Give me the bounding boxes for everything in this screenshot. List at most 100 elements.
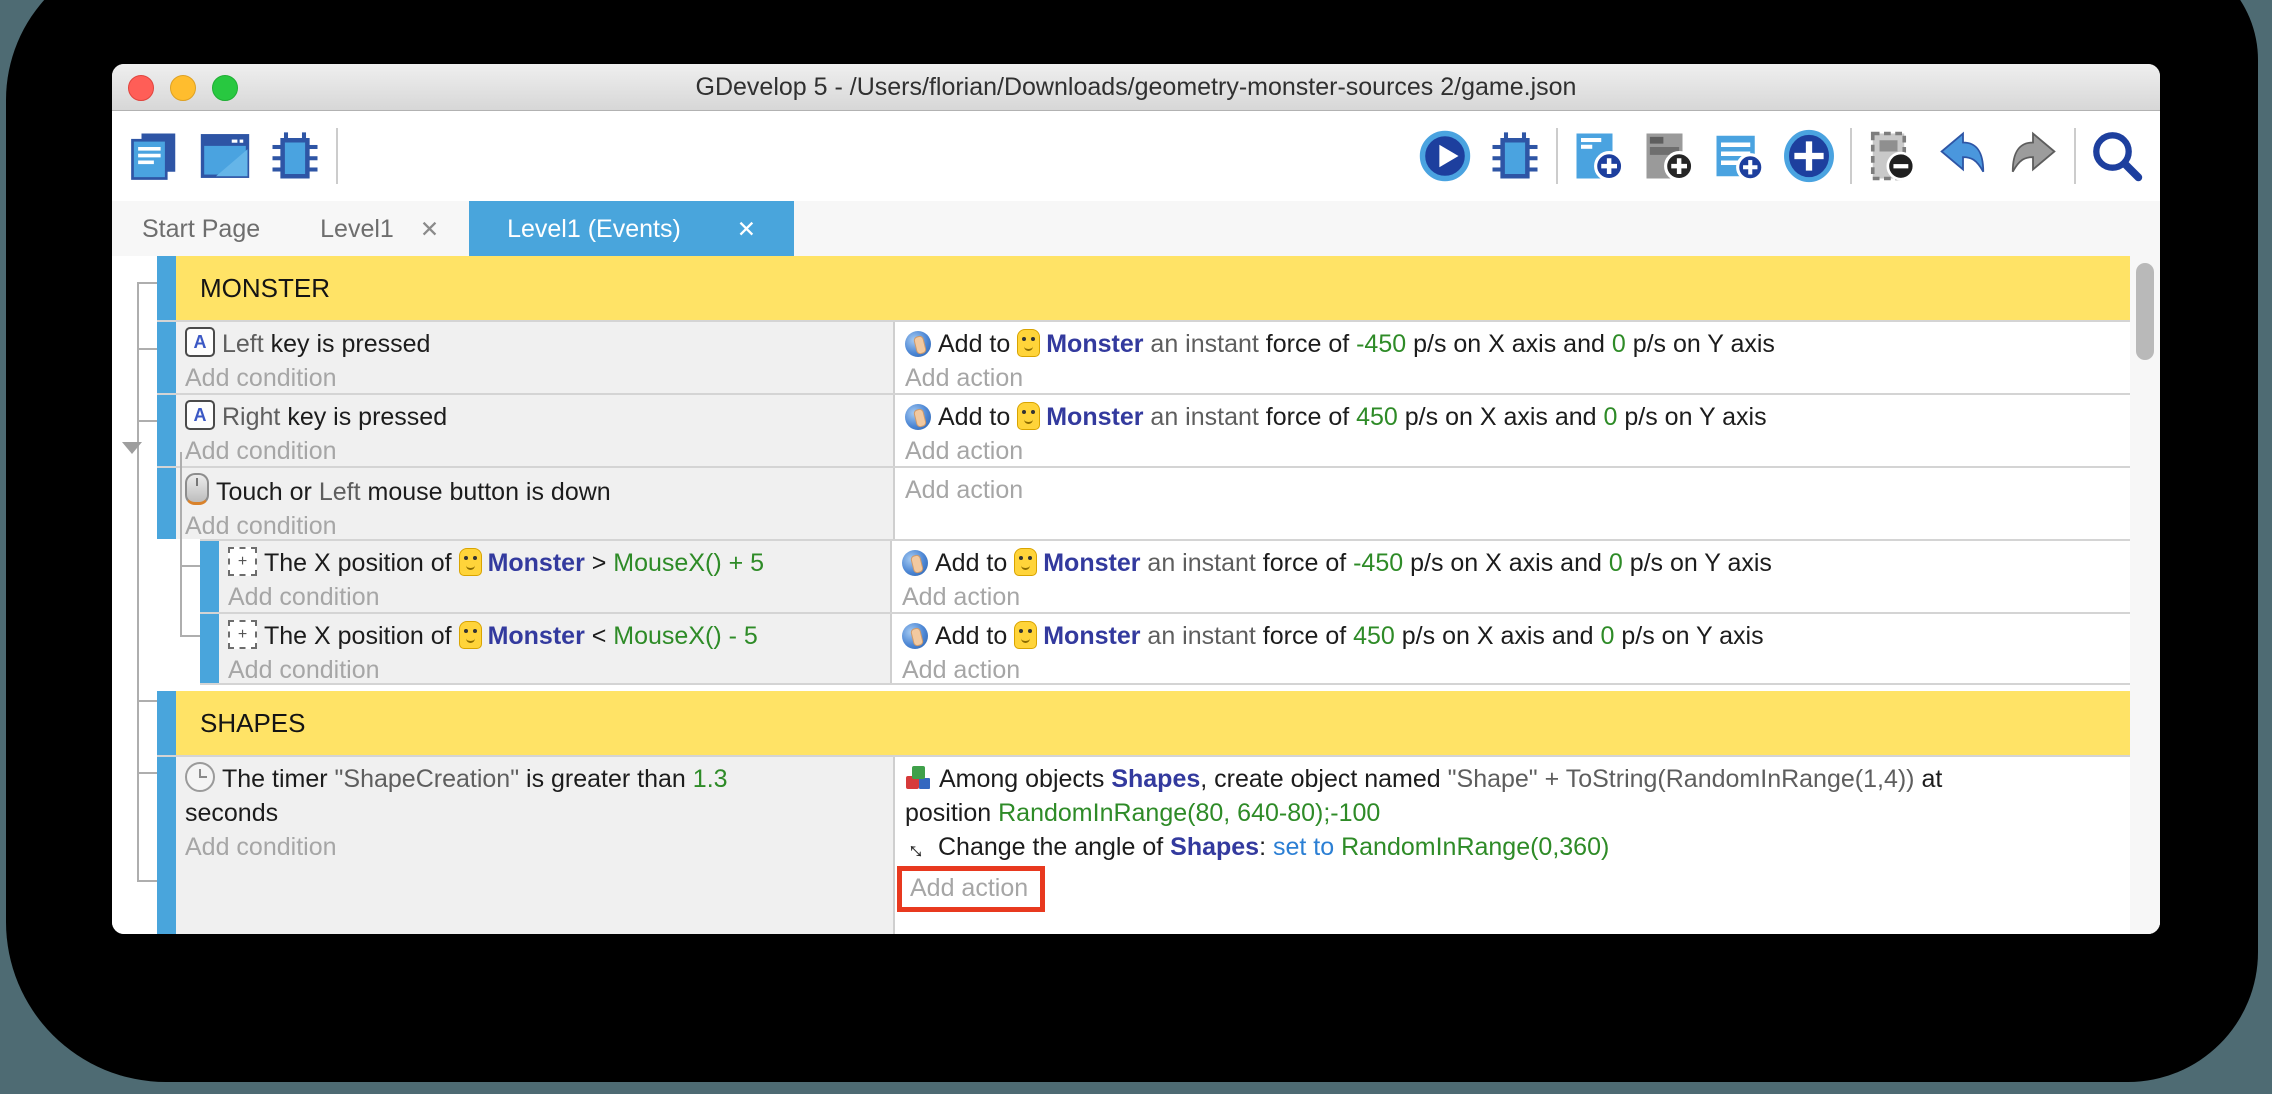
monster-object-icon xyxy=(1017,402,1040,430)
force-icon xyxy=(902,550,928,576)
title-bar[interactable]: GDevelop 5 - /Users/florian/Downloads/ge… xyxy=(112,64,2160,111)
conditions-cell[interactable]: The X position of Monster > MouseX() + 5… xyxy=(219,541,890,612)
add-condition-button[interactable]: Add condition xyxy=(228,653,380,687)
action-text: Add to Monster an instant force of -450 … xyxy=(935,549,1772,577)
add-action-button[interactable]: Add action xyxy=(905,361,1023,395)
scrollbar-track[interactable] xyxy=(2130,256,2160,934)
add-condition-button[interactable]: Add condition xyxy=(185,509,337,543)
condition-text: The X position of Monster > MouseX() + 5 xyxy=(264,549,764,577)
condition-text: The X position of Monster < MouseX() - 5 xyxy=(264,622,758,650)
actions-cell[interactable]: Add to Monster an instant force of -450 … xyxy=(890,541,2130,612)
event-group-shapes[interactable]: SHAPES xyxy=(112,691,2130,755)
event-bar xyxy=(157,393,176,466)
position-icon xyxy=(228,620,257,649)
mouse-icon xyxy=(185,473,209,505)
conditions-cell[interactable]: The X position of Monster < MouseX() - 5… xyxy=(219,614,890,683)
toolbar-separator xyxy=(1850,128,1852,184)
collapse-arrow-icon[interactable] xyxy=(122,442,142,454)
add-action-button[interactable]: Add action xyxy=(902,580,1020,614)
condition-text: Touch or Left mouse button is down xyxy=(216,478,611,506)
event-row[interactable]: Touch or Left mouse button is down Add c… xyxy=(112,466,2130,539)
search-icon[interactable] xyxy=(2090,129,2144,183)
add-condition-button[interactable]: Add condition xyxy=(185,830,337,864)
event-bar xyxy=(157,320,176,393)
keyboard-icon xyxy=(185,400,215,430)
traffic-lights xyxy=(128,75,238,101)
actions-cell[interactable]: Among objects Shapes, create object name… xyxy=(893,757,2130,934)
event-bar xyxy=(157,256,176,320)
event-row[interactable]: The timer "ShapeCreation" is greater tha… xyxy=(112,755,2130,934)
monster-object-icon xyxy=(459,548,482,576)
add-action-button[interactable]: Add action xyxy=(905,473,1023,507)
tab-start-page[interactable]: Start Page xyxy=(112,201,290,257)
scene-editor-icon[interactable] xyxy=(198,129,252,183)
minimize-window-button[interactable] xyxy=(170,75,196,101)
tab-label: Level1 (Events) xyxy=(507,215,681,244)
tab-level1-scene[interactable]: Level1 ✕ xyxy=(290,201,469,257)
toolbar-separator xyxy=(1556,128,1558,184)
actions-cell[interactable]: Add action xyxy=(893,468,2130,539)
add-action-button[interactable]: Add action xyxy=(902,653,1020,687)
monster-object-icon xyxy=(459,621,482,649)
play-icon[interactable] xyxy=(1418,129,1472,183)
event-bar xyxy=(200,539,219,612)
tab-label: Level1 xyxy=(320,215,394,244)
sub-event-row[interactable]: The X position of Monster < MouseX() - 5… xyxy=(112,612,2130,685)
toolbar-separator xyxy=(2074,128,2076,184)
monster-object-icon xyxy=(1017,329,1040,357)
event-row[interactable]: Right key is pressed Add condition Add t… xyxy=(112,393,2130,466)
add-condition-button[interactable]: Add condition xyxy=(185,434,337,468)
zoom-window-button[interactable] xyxy=(212,75,238,101)
add-comment-icon[interactable] xyxy=(1712,129,1766,183)
event-row[interactable]: Left key is pressed Add condition Add to… xyxy=(112,320,2130,393)
close-tab-icon[interactable]: ✕ xyxy=(737,216,756,243)
add-action-button-highlighted[interactable]: Add action xyxy=(897,866,1045,912)
tab-label: Start Page xyxy=(142,215,260,244)
monster-object-icon xyxy=(1014,621,1037,649)
event-bar xyxy=(157,755,176,934)
actions-cell[interactable]: Add to Monster an instant force of 450 p… xyxy=(890,614,2130,683)
force-icon xyxy=(905,404,931,430)
conditions-cell[interactable]: Right key is pressed Add condition xyxy=(176,395,893,466)
conditions-cell[interactable]: Touch or Left mouse button is down Add c… xyxy=(176,468,893,539)
action-text: Add to Monster an instant force of 450 p… xyxy=(938,403,1767,431)
debug-icon[interactable] xyxy=(1488,129,1542,183)
actions-cell[interactable]: Add to Monster an instant force of 450 p… xyxy=(893,395,2130,466)
add-event-icon[interactable] xyxy=(1572,129,1626,183)
action-text: Change the angle of Shapes: set to Rando… xyxy=(938,833,1609,861)
action-text: Add to Monster an instant force of -450 … xyxy=(938,330,1775,358)
position-icon xyxy=(228,547,257,576)
toolbar-separator xyxy=(336,128,338,184)
undo-icon[interactable] xyxy=(1936,129,1990,183)
tab-level1-events[interactable]: Level1 (Events) ✕ xyxy=(469,201,794,257)
condition-text: Right key is pressed xyxy=(222,403,447,431)
add-action-button[interactable]: Add action xyxy=(905,434,1023,468)
redo-icon[interactable] xyxy=(2006,129,2060,183)
add-condition-button[interactable]: Add condition xyxy=(185,361,337,395)
action-text: Add to Monster an instant force of 450 p… xyxy=(935,622,1764,650)
actions-cell[interactable]: Add to Monster an instant force of -450 … xyxy=(893,322,2130,393)
debugger-icon[interactable] xyxy=(268,129,322,183)
add-other-event-icon[interactable] xyxy=(1782,129,1836,183)
add-condition-button[interactable]: Add condition xyxy=(228,580,380,614)
condition-text: Left key is pressed xyxy=(222,330,430,358)
conditions-cell[interactable]: The timer "ShapeCreation" is greater tha… xyxy=(176,757,893,934)
condition-text: The timer "ShapeCreation" is greater tha… xyxy=(185,765,735,827)
create-object-icon xyxy=(905,765,932,792)
monster-object-icon xyxy=(1014,548,1037,576)
project-manager-icon[interactable] xyxy=(128,129,182,183)
conditions-cell[interactable]: Left key is pressed Add condition xyxy=(176,322,893,393)
close-tab-icon[interactable]: ✕ xyxy=(420,216,439,243)
sub-event-row[interactable]: The X position of Monster > MouseX() + 5… xyxy=(112,539,2130,612)
add-sub-event-icon[interactable] xyxy=(1642,129,1696,183)
group-title: SHAPES xyxy=(200,708,306,739)
timer-icon xyxy=(185,762,215,792)
event-group-monster[interactable]: MONSTER xyxy=(112,256,2130,320)
action-text: Among objects Shapes, create object name… xyxy=(905,765,1949,827)
window-title: GDevelop 5 - /Users/florian/Downloads/ge… xyxy=(112,73,2160,102)
group-title: MONSTER xyxy=(200,273,330,304)
scrollbar-thumb[interactable] xyxy=(2136,263,2154,360)
delete-event-icon[interactable] xyxy=(1866,129,1920,183)
close-window-button[interactable] xyxy=(128,75,154,101)
event-bar xyxy=(157,691,176,755)
